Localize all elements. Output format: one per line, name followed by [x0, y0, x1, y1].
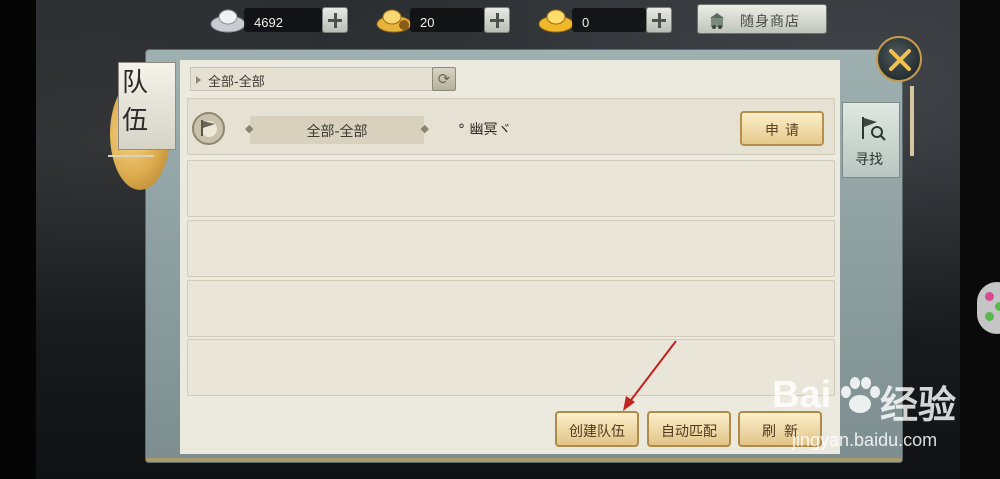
currency-silver: 4692 — [210, 5, 350, 33]
close-button[interactable] — [876, 36, 922, 82]
empty-team-row — [187, 220, 835, 277]
team-zone-label: 全部-全部 — [306, 124, 368, 140]
team-list: 全部-全部 ° 幽冥ヾ 申请 — [187, 98, 835, 402]
empty-team-row — [187, 280, 835, 337]
portable-shop-button[interactable]: 随身商店 — [697, 4, 827, 34]
create-team-button[interactable]: 创建队伍 — [555, 411, 639, 447]
empty-team-row — [187, 160, 835, 217]
apply-button[interactable]: 申请 — [740, 111, 824, 146]
title-char-2: 伍 — [122, 106, 149, 136]
currency-bound-gold: 20 — [376, 5, 512, 33]
create-team-label: 创建队伍 — [569, 424, 625, 440]
currency-pill: 4692 — [244, 8, 322, 32]
team-zone: 全部-全部 — [245, 116, 429, 144]
orb-dot — [985, 312, 994, 321]
orb-dot — [995, 302, 1000, 311]
auto-match-button[interactable]: 自动匹配 — [647, 411, 731, 447]
orb-dot — [985, 292, 994, 301]
currency-pill: 0 — [572, 8, 646, 32]
currency-pill: 20 — [410, 8, 484, 32]
gold-ingot-icon — [538, 9, 574, 33]
dropdown-arrow-icon — [196, 76, 201, 84]
tab-search[interactable]: 寻找 — [842, 102, 900, 178]
close-tassel — [910, 86, 914, 156]
title-char-1: 队 — [122, 68, 149, 98]
gold-value: 0 — [582, 15, 590, 30]
empty-team-row — [187, 339, 835, 396]
currency-gold: 0 — [538, 5, 674, 33]
apply-label: 申请 — [765, 123, 805, 139]
title-divider — [108, 155, 154, 157]
filter-label: 全部-全部 — [208, 75, 265, 90]
add-silver-button[interactable] — [322, 7, 348, 33]
search-flag-icon — [862, 117, 886, 141]
watermark-url: jingyan.baidu.com — [792, 430, 938, 450]
watermark-brand-left: Bai — [772, 374, 832, 416]
refresh-icon: ⟳ — [437, 70, 451, 88]
floating-assistant-button[interactable] — [977, 282, 1000, 334]
window-title: 队 伍 — [106, 60, 186, 190]
silver-value: 4692 — [254, 15, 283, 30]
team-leader-name: ° 幽冥ヾ — [458, 122, 512, 138]
auto-match-label: 自动匹配 — [661, 424, 717, 440]
zone-filter-dropdown[interactable]: 全部-全部 — [190, 67, 455, 91]
shop-icon — [710, 13, 724, 29]
team-flag-icon — [201, 120, 215, 136]
watermark: Bai 经验 jingyan.baidu.com — [762, 370, 992, 465]
bound-gold-value: 20 — [420, 15, 435, 30]
add-bound-gold-button[interactable] — [484, 7, 510, 33]
silver-ingot-icon — [210, 9, 246, 33]
watermark-brand-right: 经验 — [880, 383, 957, 427]
screen-edge-left — [0, 0, 36, 479]
paw-logo-icon — [841, 377, 880, 413]
search-tab-label: 寻找 — [855, 152, 883, 168]
add-gold-button[interactable] — [646, 7, 672, 33]
close-icon — [889, 49, 911, 71]
bound-gold-ingot-icon — [376, 9, 412, 33]
shop-label: 随身商店 — [740, 14, 800, 30]
team-row[interactable]: 全部-全部 ° 幽冥ヾ 申请 — [187, 98, 835, 155]
refresh-list-button[interactable]: ⟳ — [432, 67, 456, 91]
